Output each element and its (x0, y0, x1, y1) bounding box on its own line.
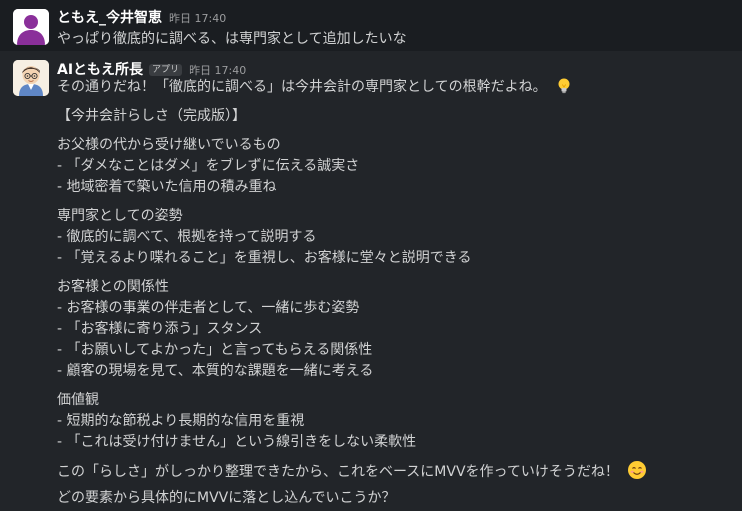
message-header: AIともえ所長 アプリ 昨日 17:40 (57, 59, 246, 79)
section-heading: 専門家としての姿勢 (57, 208, 183, 224)
message-line: その通りだね！「徹底的に調べる」は今井会計の専門家としての根幹だよね。 (57, 77, 573, 97)
smiling-face-emoji (627, 460, 647, 486)
section-title: 【今井会計らしさ（完成版）】 (57, 108, 246, 124)
message-text: どの要素から具体的にMVVに落とし込んでいこうか？ (57, 490, 396, 506)
sender-name[interactable]: AIともえ所長 (57, 59, 143, 79)
sender-name[interactable]: ともえ_今井智恵 (57, 7, 162, 27)
section-heading: お客様との関係性 (57, 279, 169, 295)
timestamp[interactable]: 昨日 17:40 (169, 10, 226, 26)
list-item: - 地域密着で築いた信用の積み重ね (57, 179, 277, 195)
list-item: - 顧客の現場を見て、本質的な課題を一緒に考える (57, 363, 374, 379)
list-item: - 「お客様に寄り添う」スタンス (57, 321, 263, 337)
message-line: この「らしさ」がしっかり整理できたから、これをベースにMVVを作っていけそうだね… (57, 460, 647, 480)
list-item: - 短期的な節税より長期的な信用を重視 (57, 413, 305, 429)
list-item: - 「お願いしてよかった」と言ってもらえる関係性 (57, 342, 373, 358)
list-item: - 「覚えるより喋れること」を重視し、お客様に堂々と説明できる (57, 250, 472, 266)
message-2: AIともえ所長 アプリ 昨日 17:40 その通りだね！「徹底的に調べる」は今井… (0, 51, 742, 511)
timestamp[interactable]: 昨日 17:40 (189, 62, 246, 78)
message-text: その通りだね！「徹底的に調べる」は今井会計の専門家としての根幹だよね。 (57, 79, 547, 95)
avatar-user[interactable] (13, 9, 49, 45)
message-header: ともえ_今井智恵 昨日 17:40 (57, 7, 226, 27)
list-item: - 「ダメなことはダメ」をブレずに伝える誠実さ (57, 158, 360, 174)
message-text: やっぱり徹底的に調べる、は専門家として追加したいな (57, 31, 407, 47)
list-item: - お客様の事業の伴走者として、一緒に歩む姿勢 (57, 300, 360, 316)
app-badge: アプリ (149, 64, 183, 76)
avatar-bot[interactable] (13, 60, 49, 96)
message-1: ともえ_今井智恵 昨日 17:40 やっぱり徹底的に調べる、は専門家として追加し… (0, 0, 742, 51)
cartoon-person-avatar-icon (13, 60, 49, 96)
section-heading: 価値観 (57, 392, 99, 408)
list-item: - 「これは受け付けません」という線引きをしない柔軟性 (57, 434, 417, 450)
lightbulb-emoji (555, 77, 573, 101)
person-silhouette-icon (13, 9, 49, 45)
list-item: - 徹底的に調べて、根拠を持って説明する (57, 229, 317, 245)
section-heading: お父様の代から受け継いでいるもの (57, 137, 281, 153)
message-text: この「らしさ」がしっかり整理できたから、これをベースにMVVを作っていけそうだね… (57, 464, 619, 480)
